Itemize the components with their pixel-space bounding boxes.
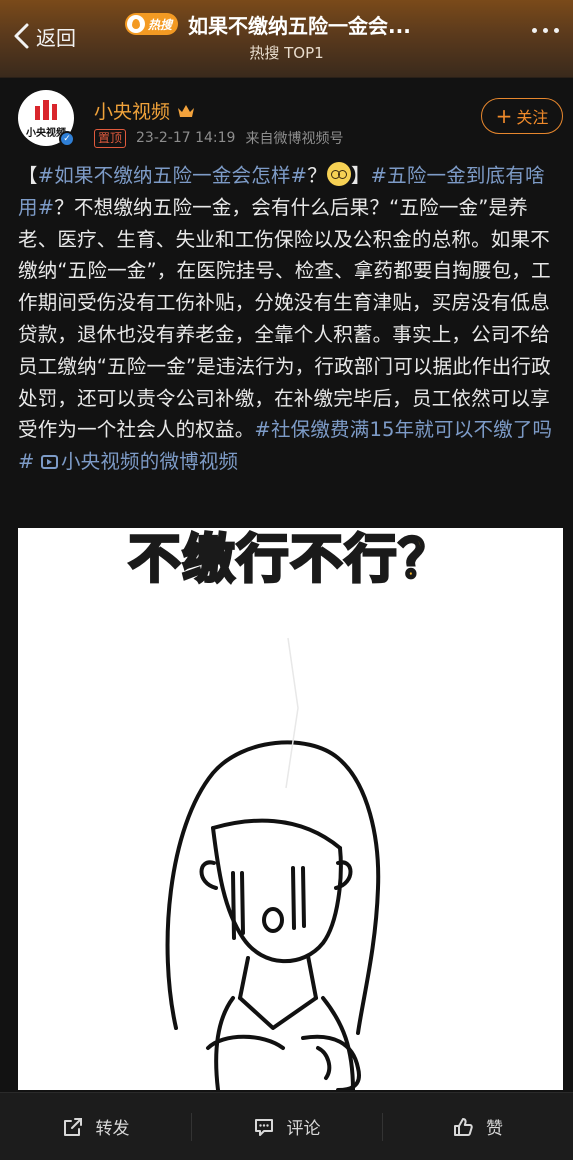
more-options-button[interactable] [532,28,559,33]
follow-label: 关注 [516,108,549,127]
video-link-label: 小央视频的微博视频 [60,450,239,474]
plus-icon: + [495,104,513,128]
flame-icon [127,15,145,33]
repost-button[interactable]: 转发 [0,1093,191,1160]
author-name-label: 小央视频 [94,101,171,123]
crown-icon [178,104,195,117]
comment-icon [254,1118,273,1136]
dot-icon [543,28,548,33]
comment-button[interactable]: 评论 [191,1093,382,1160]
text-fragment: ？ [307,164,327,187]
video-icon [40,455,58,470]
cartoon-illustration [165,637,381,1090]
comment-label: 评论 [286,1119,321,1139]
hot-search-badge: 热搜 [125,13,179,35]
post-meta: 置顶 23-2-17 14:19 来自微博视频号 [94,128,343,148]
hot-badge-label: 热搜 [148,17,173,32]
action-bar: 转发 评论 赞 [0,1092,573,1160]
pinned-badge: 置顶 [94,128,127,148]
emoji-icon [326,162,351,186]
share-icon [63,1117,82,1136]
like-button[interactable]: 赞 [382,1093,573,1160]
thumbs-up-icon [454,1117,473,1136]
video-player[interactable]: 不缴行不行？ [18,528,563,1090]
dot-icon [554,28,559,33]
bracket-close: 】 [350,164,371,187]
bracket-open: 【 [18,164,38,187]
cctv-logo-icon [35,100,57,120]
top-header: 返回 热搜 如果不缴纳五险一金会... 热搜 TOP1 [0,0,573,78]
repost-label: 转发 [95,1119,130,1139]
follow-button[interactable]: + 关注 [481,98,563,134]
title-row: 热搜 如果不缴纳五险一金会... [125,10,411,38]
hashtag-link[interactable]: #如果不缴纳五险一金会怎样# [38,164,307,187]
author-name[interactable]: 小央视频 [94,97,196,124]
video-link[interactable]: 小央视频的微博视频 [40,450,239,474]
like-label: 赞 [486,1119,503,1139]
post-source: 来自微博视频号 [245,131,344,147]
verified-icon: ✓ [59,131,75,147]
post-body: ？不想缴纳五险一金，会有什么后果？“五险一金”是养老、医疗、生育、失业和工伤保险… [18,195,551,442]
dot-icon [532,28,537,33]
page-subtitle: 热搜 TOP1 [249,44,324,62]
page-title: 如果不缴纳五险一金会... [188,13,411,38]
post-time: 23-2-17 14:19 [136,130,236,146]
post-text: 【#如果不缴纳五险一金会怎样#？ 】#五险一金到底有啥用#？不想缴纳五险一金，会有… [18,160,563,478]
